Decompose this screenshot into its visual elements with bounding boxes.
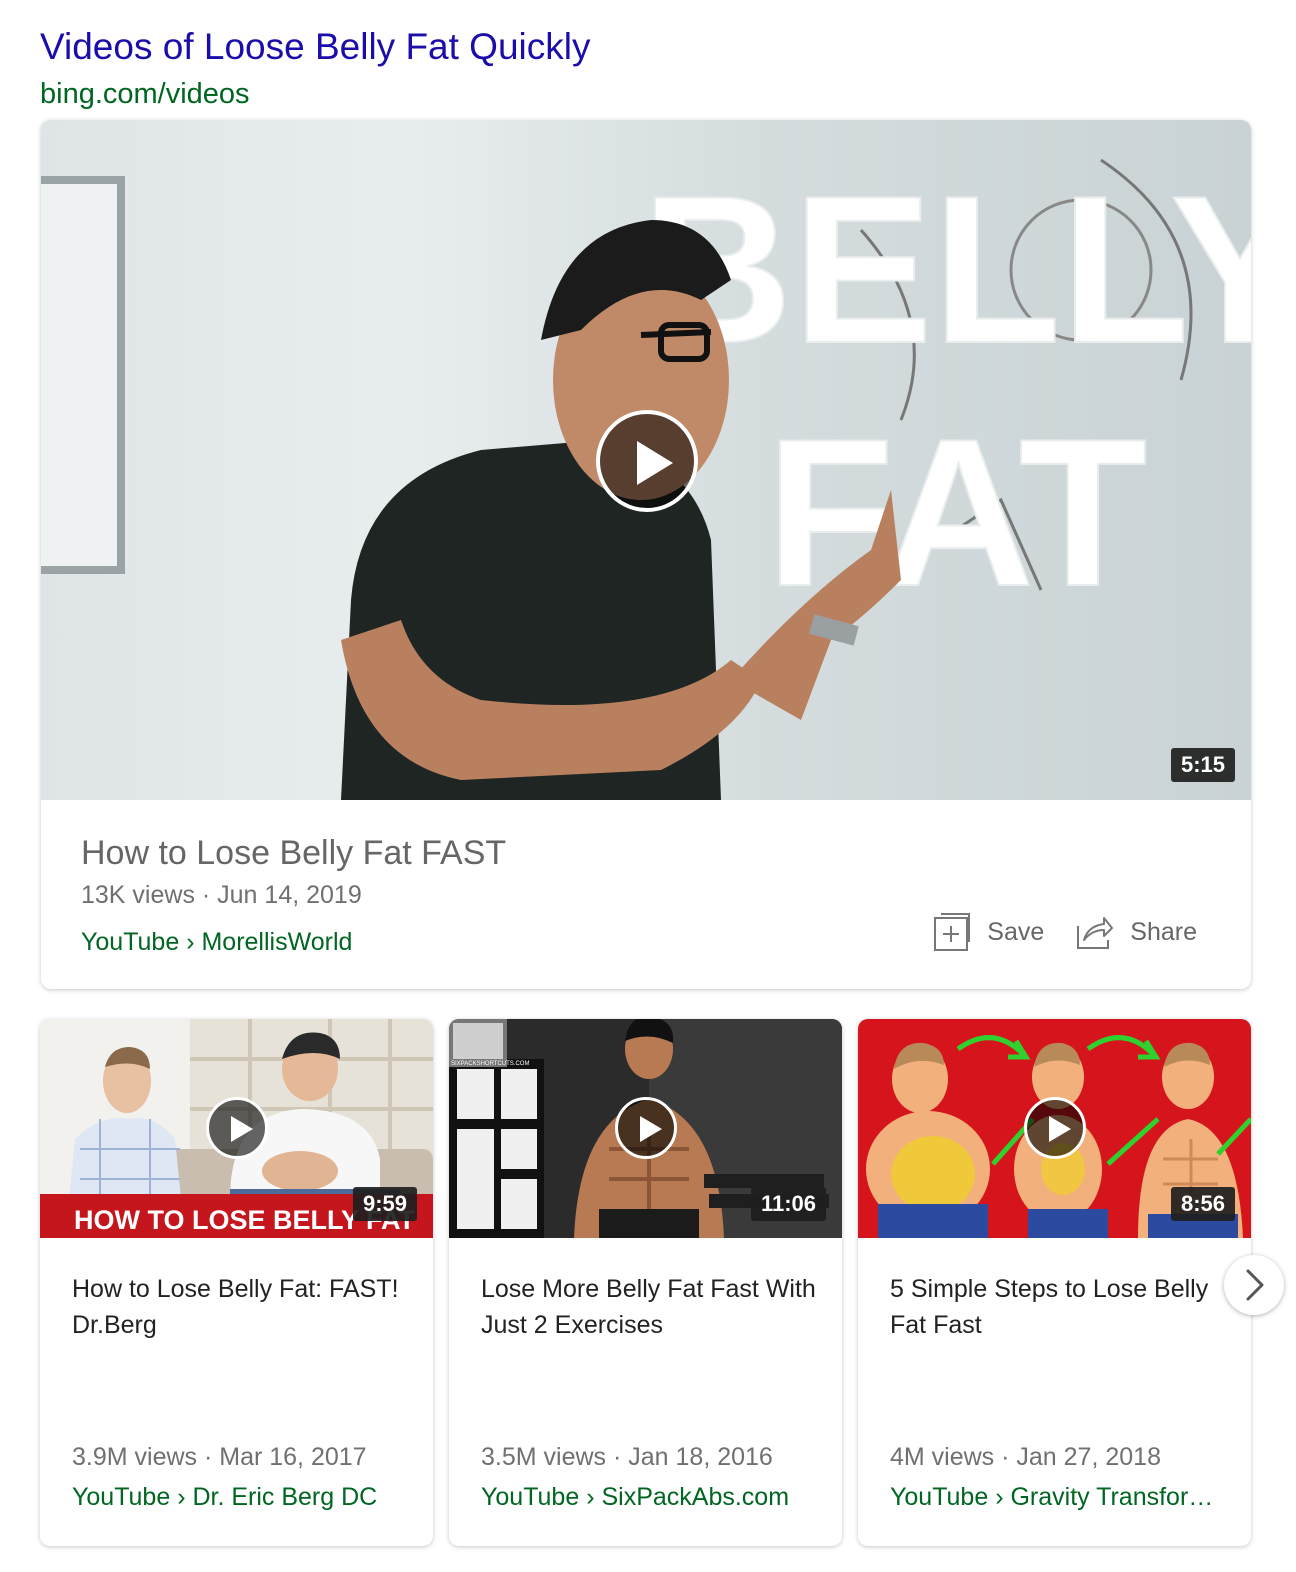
chevron-right-icon — [1246, 1269, 1264, 1301]
share-button[interactable]: Share — [1074, 912, 1197, 952]
video-actions: Save Share — [931, 912, 1197, 952]
video-channel[interactable]: YouTube › Gravity Transfor… — [890, 1483, 1230, 1512]
video-title[interactable]: How to Lose Belly Fat: FAST! Dr.Berg — [72, 1271, 412, 1343]
video-duration: 9:59 — [352, 1187, 417, 1221]
video-card-2[interactable]: SIXPACKSHORTCUTS.COM 11:06 Lose More Bel… — [449, 1019, 842, 1546]
video-title[interactable]: Lose More Belly Fat Fast With Just 2 Exe… — [481, 1271, 821, 1343]
video-thumbnail-3[interactable]: 8:56 — [858, 1019, 1251, 1238]
video-duration: 5:15 — [1170, 748, 1235, 782]
plus-square-icon — [934, 913, 971, 951]
video-channel[interactable]: YouTube › Dr. Eric Berg DC — [72, 1483, 412, 1512]
share-arrow-icon — [1077, 917, 1114, 949]
featured-video-thumbnail[interactable]: BELLY FAT 5:15 — [41, 120, 1251, 800]
video-title[interactable]: 5 Simple Steps to Lose Belly Fat Fast — [890, 1271, 1230, 1343]
source-url: bing.com/videos — [40, 78, 250, 110]
featured-video-meta: 13K views · Jun 14, 2019 — [81, 881, 362, 909]
video-card-3[interactable]: 8:56 5 Simple Steps to Lose Belly Fat Fa… — [858, 1019, 1251, 1546]
video-meta: 3.5M views · Jan 18, 2016 — [481, 1443, 773, 1471]
thumbnail-caption-2: SIXPACKSHORTCUTS.COM — [451, 1061, 529, 1067]
save-label: Save — [987, 917, 1045, 946]
video-thumbnail-1[interactable]: HOW TO LOSE BELLY FAT 9:59 — [40, 1019, 433, 1238]
play-icon[interactable] — [596, 410, 698, 512]
video-duration: 8:56 — [1170, 1187, 1235, 1221]
save-button[interactable]: Save — [931, 912, 1044, 952]
thumbnail-text-belly: BELLY — [641, 152, 1251, 387]
play-icon[interactable] — [206, 1097, 268, 1159]
share-label: Share — [1130, 917, 1197, 946]
results-title-link[interactable]: Videos of Loose Belly Fat Quickly — [40, 26, 590, 68]
video-duration: 11:06 — [750, 1187, 826, 1221]
video-meta: 4M views · Jan 27, 2018 — [890, 1443, 1161, 1471]
video-channel[interactable]: YouTube › SixPackAbs.com — [481, 1483, 821, 1512]
play-icon[interactable] — [615, 1097, 677, 1159]
featured-video-card[interactable]: BELLY FAT 5:15 How to Lose Belly Fat FAS… — [41, 120, 1251, 989]
carousel-next-button[interactable] — [1224, 1255, 1284, 1315]
play-icon[interactable] — [1024, 1097, 1086, 1159]
video-thumbnail-2[interactable]: SIXPACKSHORTCUTS.COM 11:06 — [449, 1019, 842, 1238]
video-meta: 3.9M views · Mar 16, 2017 — [72, 1443, 367, 1471]
featured-video-title[interactable]: How to Lose Belly Fat FAST — [81, 834, 1221, 873]
video-card-1[interactable]: HOW TO LOSE BELLY FAT 9:59 How to Lose B… — [40, 1019, 433, 1546]
